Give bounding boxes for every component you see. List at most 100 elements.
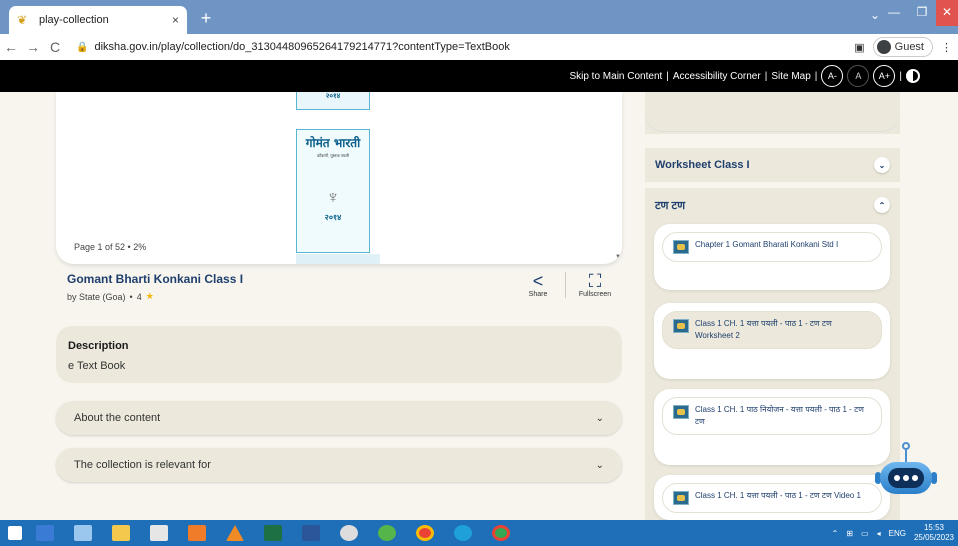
pdf-viewer[interactable]: २०१४ गोमंत भारती कोंकणी, पुस्तक पयली ♆ २… xyxy=(56,92,622,264)
book-cover-subtitle: कोंकणी, पुस्तक पयली xyxy=(317,153,349,158)
guest-profile-button[interactable]: Guest xyxy=(872,37,933,57)
toc-item-card[interactable]: Chapter 1 Gomant Bharati Konkani Std I xyxy=(654,224,890,290)
rating-value: 4 xyxy=(136,291,142,302)
accessibility-corner-link[interactable]: Accessibility Corner xyxy=(673,71,761,82)
fullscreen-icon: ⛶ xyxy=(588,271,602,291)
share-label: Share xyxy=(528,291,548,298)
previous-page-year: २०१४ xyxy=(325,93,341,100)
fullscreen-label: Fullscreen xyxy=(578,291,612,298)
collection-author: by State (Goa) xyxy=(67,291,126,302)
battery-icon[interactable]: ▭ xyxy=(861,529,869,538)
robot-eye xyxy=(912,475,918,481)
about-content-accordion[interactable]: About the content ⌄ xyxy=(56,401,622,435)
toc-item-card[interactable]: Class 1 CH. 1 यत्ता पयली - पाठ 1 - टण टण… xyxy=(654,475,890,520)
presentation-app-icon[interactable] xyxy=(182,520,212,546)
chevron-down-icon: ⌄ xyxy=(595,412,604,424)
robot-antenna-stem xyxy=(905,450,907,462)
site-map-link[interactable]: Site Map xyxy=(771,71,810,82)
fullscreen-button[interactable]: ⛶ Fullscreen xyxy=(578,271,612,298)
robot-antenna xyxy=(902,442,910,450)
about-content-label: About the content xyxy=(74,412,161,424)
page-info: Page 1 of 52 • 2% xyxy=(74,242,147,252)
tab-close-icon[interactable]: × xyxy=(172,13,179,27)
font-normal-button[interactable]: A xyxy=(847,65,870,87)
toc-gap xyxy=(645,134,900,148)
list-item-label: Class 1 CH. 1 यत्ता पयली - पाठ 1 - टण टण… xyxy=(695,319,832,340)
tray-chevron-icon[interactable]: ⌃ xyxy=(832,529,839,538)
separator: | xyxy=(814,70,818,82)
clock[interactable]: 15:53 25/05/2023 xyxy=(914,523,954,543)
list-item-label: Class 1 CH. 1 यत्ता पयली - पाठ 1 - टण टण… xyxy=(695,491,861,500)
url-field[interactable]: 🔒 diksha.gov.in/play/collection/do_31304… xyxy=(76,41,510,53)
contrast-toggle-icon[interactable] xyxy=(906,69,920,83)
skip-to-main-link[interactable]: Skip to Main Content xyxy=(569,71,662,82)
language-indicator[interactable]: ENG xyxy=(889,529,906,538)
toc-worksheet-row[interactable]: Worksheet Class I ⌄ xyxy=(645,148,900,182)
chevron-down-icon: ⌄ xyxy=(595,459,604,471)
separator: | xyxy=(764,70,768,82)
accessibility-bar: Skip to Main Content | Accessibility Cor… xyxy=(0,60,958,92)
previous-page-thumbnail: २०१४ xyxy=(296,92,370,110)
remote-desktop-icon[interactable] xyxy=(68,520,98,546)
chrome-icon[interactable] xyxy=(410,520,440,546)
clock-date: 25/05/2023 xyxy=(913,533,954,542)
app-green-icon[interactable] xyxy=(372,520,402,546)
list-item[interactable]: Chapter 1 Gomant Bharati Konkani Std I xyxy=(662,232,882,262)
media-player-icon[interactable] xyxy=(334,520,364,546)
description-text: e Text Book xyxy=(68,360,126,372)
worksheet-label: Worksheet Class I xyxy=(655,159,750,171)
content-thumbnail-icon xyxy=(673,240,689,254)
description-card: Description e Text Book xyxy=(56,326,622,383)
font-increase-button[interactable]: A+ xyxy=(873,65,896,87)
book-cover-page: गोमंत भारती कोंकणी, पुस्तक पयली ♆ २०१४ xyxy=(296,129,370,253)
collection-title: Gomant Bharti Konkani Class I xyxy=(67,272,244,286)
edge-icon[interactable] xyxy=(448,520,478,546)
list-item[interactable]: Class 1 CH. 1 पाठ नियोजन - यत्ता पयली - … xyxy=(662,397,882,435)
calculator-icon[interactable] xyxy=(30,520,60,546)
tab-search-icon[interactable]: ⌄ xyxy=(870,8,880,22)
excel-icon[interactable] xyxy=(258,520,288,546)
minimize-icon[interactable]: — xyxy=(880,0,908,26)
browser-tab[interactable]: ❦ play-collection × xyxy=(9,6,187,34)
windows-taskbar: ⌃ ⊞ ▭ ◂ ENG 15:53 25/05/2023 xyxy=(0,520,958,546)
profile-avatar-icon xyxy=(876,40,891,54)
scroll-down-icon[interactable]: ▼ xyxy=(615,254,621,260)
new-tab-button[interactable]: + xyxy=(196,8,216,28)
window-controls: — ❐ ✕ xyxy=(880,0,958,26)
vlc-icon[interactable] xyxy=(220,520,250,546)
toc-section-row[interactable]: टण टण ⌃ xyxy=(645,188,900,222)
guest-label: Guest xyxy=(894,41,924,53)
menu-dots-icon[interactable]: ⋮ xyxy=(941,41,952,54)
close-window-icon[interactable]: ✕ xyxy=(936,0,958,26)
maximize-icon[interactable]: ❐ xyxy=(908,0,936,26)
back-icon[interactable]: ← xyxy=(0,39,22,55)
relevant-for-accordion[interactable]: The collection is relevant for ⌄ xyxy=(56,448,622,482)
robot-eye xyxy=(903,475,909,481)
chevron-up-icon[interactable]: ⌃ xyxy=(874,197,890,213)
content-thumbnail-icon xyxy=(673,319,689,333)
forward-icon[interactable]: → xyxy=(22,39,44,55)
share-button[interactable]: < Share xyxy=(526,271,550,298)
chatbot-robot-icon[interactable] xyxy=(872,442,938,504)
font-decrease-button[interactable]: A- xyxy=(821,65,844,87)
collection-meta: by State (Goa) • 4 ★ xyxy=(67,291,154,302)
notepad-icon[interactable] xyxy=(144,520,174,546)
clock-time: 15:53 xyxy=(923,523,944,532)
sidepanel-icon[interactable]: ▣ xyxy=(854,41,864,54)
network-icon[interactable]: ⊞ xyxy=(846,529,853,538)
chevron-down-icon[interactable]: ⌄ xyxy=(874,157,890,173)
chrome-active-icon[interactable] xyxy=(486,520,516,546)
word-icon[interactable] xyxy=(296,520,326,546)
meta-dot: • xyxy=(129,291,133,302)
toc-item-card[interactable]: Class 1 CH. 1 यत्ता पयली - पाठ 1 - टण टण… xyxy=(654,303,890,379)
volume-icon[interactable]: ◂ xyxy=(877,529,881,538)
start-windows-icon[interactable] xyxy=(0,520,30,546)
file-explorer-icon[interactable] xyxy=(106,520,136,546)
list-item[interactable]: Class 1 CH. 1 यत्ता पयली - पाठ 1 - टण टण… xyxy=(662,483,882,513)
toc-item-card[interactable]: Class 1 CH. 1 पाठ नियोजन - यत्ता पयली - … xyxy=(654,389,890,465)
content-thumbnail-icon xyxy=(673,405,689,419)
lock-icon: 🔒 xyxy=(76,41,89,53)
reload-icon[interactable]: C xyxy=(44,39,66,55)
tab-title: play-collection xyxy=(39,14,109,26)
list-item[interactable]: Class 1 CH. 1 यत्ता पयली - पाठ 1 - टण टण… xyxy=(662,311,882,349)
